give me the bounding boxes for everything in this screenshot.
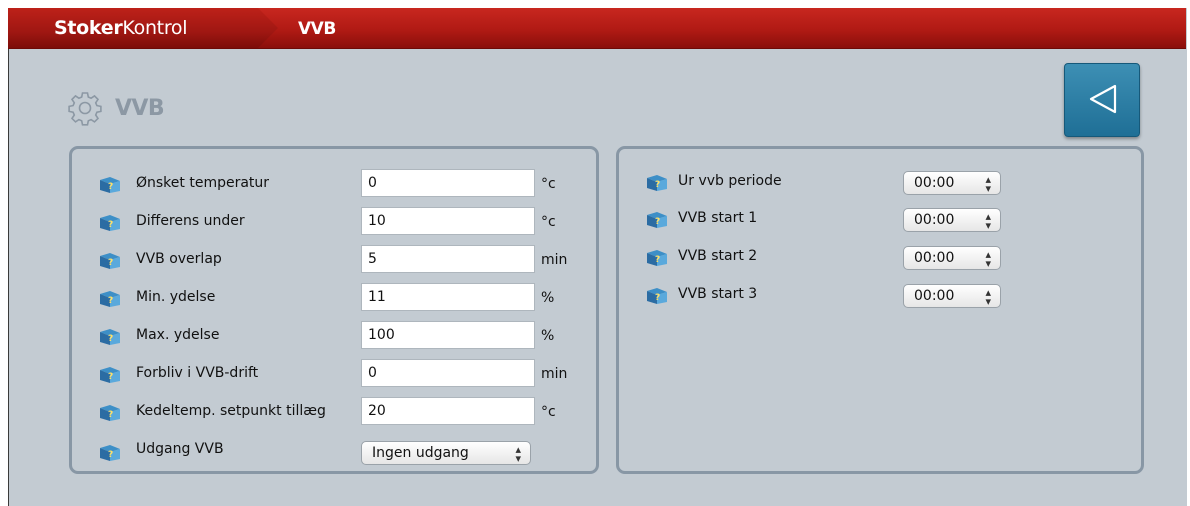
output-select[interactable]: Ingen udgang ▴ ▾: [361, 441, 531, 465]
setting-unit: %: [541, 290, 555, 306]
setting-unit: °c: [541, 214, 556, 230]
setting-label: Forbliv i VVB-drift: [136, 365, 259, 381]
help-book-icon[interactable]: ?: [645, 173, 669, 193]
time-select-value: 00:00: [914, 288, 955, 304]
desired-temperature-input[interactable]: [361, 169, 535, 197]
svg-text:?: ?: [108, 258, 113, 268]
time-select[interactable]: 00:00 ▴ ▾: [903, 171, 1001, 195]
top-bar: StokerKontrol VVB: [8, 8, 1186, 49]
setting-unit: °c: [541, 176, 556, 192]
setting-unit: %: [541, 328, 555, 344]
setting-label: Min. ydelse: [136, 289, 216, 305]
schedule-label: VVB start 1: [678, 210, 758, 226]
schedule-label: VVB start 2: [678, 248, 758, 264]
min-output-input[interactable]: [361, 283, 535, 311]
help-book-icon[interactable]: ?: [98, 175, 122, 195]
help-book-icon[interactable]: ?: [98, 251, 122, 271]
setting-label: Ønsket temperatur: [136, 175, 270, 191]
select-arrows-icon: ▴ ▾: [985, 173, 991, 195]
vvb-overlap-input[interactable]: [361, 245, 535, 273]
svg-text:?: ?: [108, 450, 113, 460]
help-book-icon[interactable]: ?: [98, 443, 122, 463]
help-book-icon[interactable]: ?: [645, 210, 669, 230]
svg-text:?: ?: [108, 372, 113, 382]
svg-text:?: ?: [655, 217, 660, 227]
time-select[interactable]: 00:00 ▴ ▾: [903, 246, 1001, 270]
select-arrows-icon: ▴ ▾: [985, 248, 991, 270]
help-book-icon[interactable]: ?: [98, 365, 122, 385]
schedule-label: Ur vvb periode: [678, 173, 782, 189]
page-title: VVB: [115, 95, 165, 121]
gear-icon: [67, 90, 103, 126]
triangle-left-icon: [1089, 84, 1117, 114]
help-book-icon[interactable]: ?: [98, 289, 122, 309]
vvb-schedule-panel: ? Ur vvb periode 00:00 ▴ ▾ ? VVB start 1 …: [616, 146, 1144, 474]
svg-text:?: ?: [108, 220, 113, 230]
time-select[interactable]: 00:00 ▴ ▾: [903, 208, 1001, 232]
brand-segment: StokerKontrol: [8, 8, 278, 48]
breadcrumb[interactable]: VVB: [298, 19, 336, 39]
stay-in-vvb-input[interactable]: [361, 359, 535, 387]
back-button[interactable]: [1064, 63, 1140, 137]
setting-label: Max. ydelse: [136, 327, 220, 343]
help-book-icon[interactable]: ?: [645, 286, 669, 306]
max-output-input[interactable]: [361, 321, 535, 349]
brand-bold: Stoker: [54, 17, 123, 39]
select-arrows-icon: ▴ ▾: [985, 210, 991, 232]
output-select-value: Ingen udgang: [372, 445, 469, 461]
brand-logo[interactable]: StokerKontrol: [54, 17, 188, 39]
page-header: VVB: [67, 88, 165, 128]
svg-text:?: ?: [655, 293, 660, 303]
differential-below-input[interactable]: [361, 207, 535, 235]
vvb-settings-panel: ? Ønsket temperatur °c ? Differens under…: [69, 146, 599, 474]
select-arrows-icon: ▴ ▾: [985, 286, 991, 308]
setting-unit: min: [541, 366, 568, 382]
setting-label: Udgang VVB: [136, 441, 224, 457]
svg-text:?: ?: [108, 296, 113, 306]
svg-text:?: ?: [108, 182, 113, 192]
brand-light: Kontrol: [122, 17, 188, 39]
help-book-icon[interactable]: ?: [645, 248, 669, 268]
time-select-value: 00:00: [914, 212, 955, 228]
time-select[interactable]: 00:00 ▴ ▾: [903, 284, 1001, 308]
boiler-setpoint-addition-input[interactable]: [361, 397, 535, 425]
setting-label: Differens under: [136, 213, 245, 229]
schedule-label: VVB start 3: [678, 286, 758, 302]
svg-text:?: ?: [108, 410, 113, 420]
setting-label: Kedeltemp. setpunkt tillæg: [136, 403, 326, 419]
svg-text:?: ?: [655, 255, 660, 265]
time-select-value: 00:00: [914, 175, 955, 191]
help-book-icon[interactable]: ?: [98, 327, 122, 347]
setting-unit: °c: [541, 404, 556, 420]
setting-unit: min: [541, 252, 568, 268]
setting-label: VVB overlap: [136, 251, 222, 267]
help-book-icon[interactable]: ?: [98, 403, 122, 423]
svg-text:?: ?: [108, 334, 113, 344]
select-arrows-icon: ▴ ▾: [515, 443, 521, 465]
svg-text:?: ?: [655, 180, 660, 190]
help-book-icon[interactable]: ?: [98, 213, 122, 233]
time-select-value: 00:00: [914, 250, 955, 266]
